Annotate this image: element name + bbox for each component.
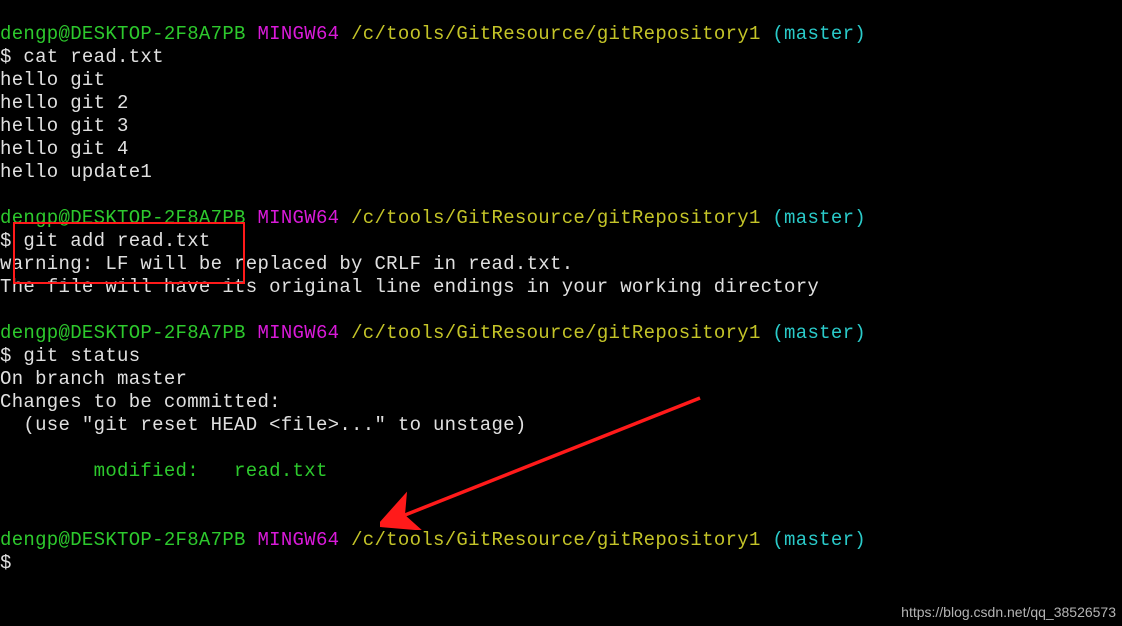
prompt-env: MINGW64 <box>257 23 339 45</box>
command-line: $ cat read.txt <box>0 46 164 68</box>
prompt-branch: (master) <box>772 529 866 551</box>
terminal-output[interactable]: dengp@DESKTOP-2F8A7PB MINGW64 /c/tools/G… <box>0 0 1122 575</box>
output-line: hello git <box>0 69 105 91</box>
prompt-branch: (master) <box>772 23 866 45</box>
output-line: (use "git reset HEAD <file>..." to unsta… <box>0 414 527 436</box>
output-line: warning: LF will be replaced by CRLF in … <box>0 253 573 275</box>
prompt-env: MINGW64 <box>257 529 339 551</box>
prompt-env: MINGW64 <box>257 322 339 344</box>
prompt-branch: (master) <box>772 322 866 344</box>
output-line: hello git 2 <box>0 92 129 114</box>
output-line: The file will have its original line end… <box>0 276 819 298</box>
output-line: hello update1 <box>0 161 152 183</box>
output-line: hello git 3 <box>0 115 129 137</box>
prompt-branch: (master) <box>772 207 866 229</box>
output-line: Changes to be committed: <box>0 391 281 413</box>
prompt-path: /c/tools/GitResource/gitRepository1 <box>351 322 761 344</box>
prompt-user: dengp@DESKTOP-2F8A7PB <box>0 322 246 344</box>
prompt-path: /c/tools/GitResource/gitRepository1 <box>351 23 761 45</box>
prompt-path: /c/tools/GitResource/gitRepository1 <box>351 529 761 551</box>
output-line: On branch master <box>0 368 187 390</box>
prompt-user: dengp@DESKTOP-2F8A7PB <box>0 529 246 551</box>
prompt-env: MINGW64 <box>257 207 339 229</box>
command-line: $ git status <box>0 345 140 367</box>
output-line: hello git 4 <box>0 138 129 160</box>
prompt-user: dengp@DESKTOP-2F8A7PB <box>0 207 246 229</box>
command-line: $ git add read.txt <box>0 230 211 252</box>
command-line: $ <box>0 552 23 574</box>
prompt-path: /c/tools/GitResource/gitRepository1 <box>351 207 761 229</box>
prompt-user: dengp@DESKTOP-2F8A7PB <box>0 23 246 45</box>
staged-file-line: modified: read.txt <box>0 460 328 482</box>
watermark: https://blog.csdn.net/qq_38526573 <box>901 601 1116 624</box>
